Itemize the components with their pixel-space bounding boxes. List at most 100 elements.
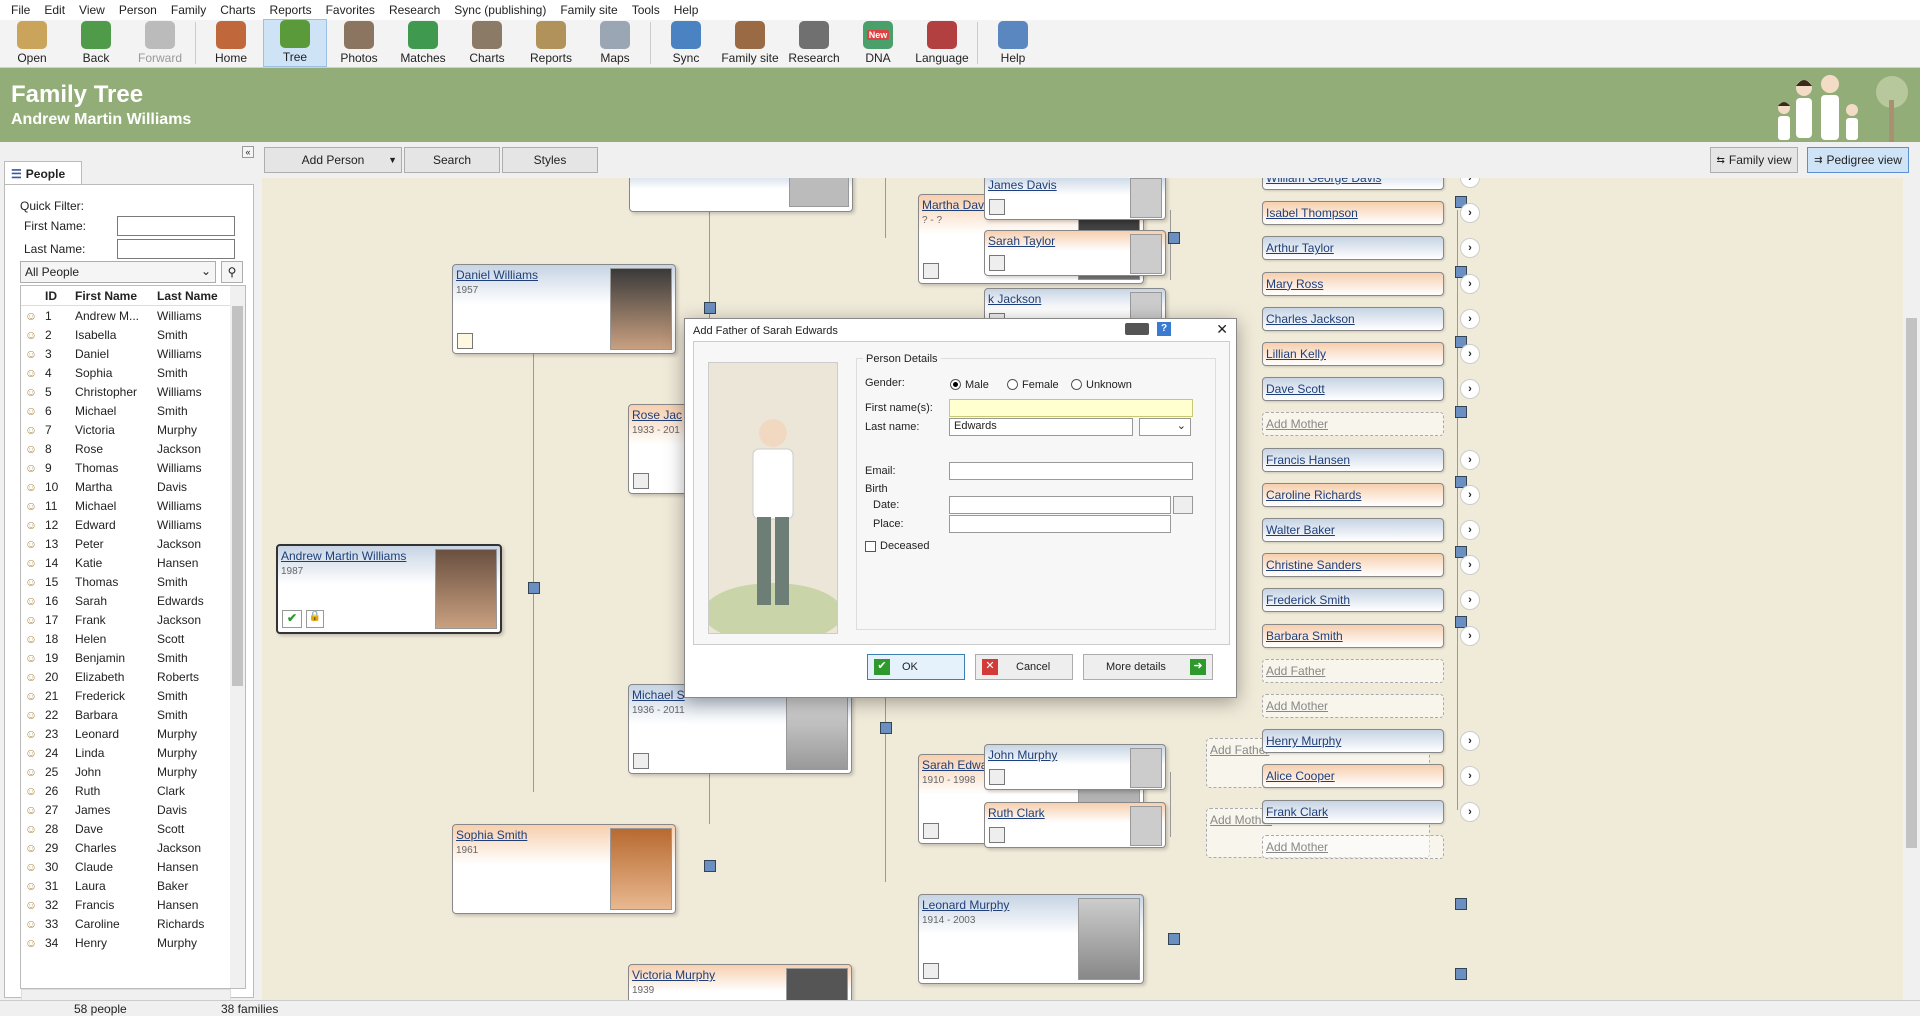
table-row[interactable]: ☺ 33 Caroline Richards (21, 914, 245, 933)
family-marker[interactable] (1455, 898, 1467, 910)
family-marker[interactable] (704, 302, 716, 314)
expand-arrow-icon[interactable]: › (1460, 731, 1480, 752)
table-row[interactable]: ☺ 6 Michael Smith (21, 401, 245, 420)
expand-arrow-icon[interactable]: › (1460, 555, 1480, 576)
table-row[interactable]: ☺ 3 Daniel Williams (21, 344, 245, 363)
family-marker[interactable] (1168, 232, 1180, 244)
toolbar-photos-button[interactable]: Photos (327, 19, 391, 67)
add-father-link[interactable]: Add Father (1210, 743, 1269, 757)
person-name[interactable]: Mary Ross (1266, 277, 1323, 291)
table-row[interactable]: ☺ 11 Michael Williams (21, 496, 245, 515)
male-radio[interactable] (950, 379, 961, 390)
calendar-icon[interactable] (1173, 496, 1193, 514)
toolbar-back-button[interactable]: Back (64, 19, 128, 67)
person-name[interactable]: Christine Sanders (1266, 558, 1361, 572)
person-card[interactable]: Charles Jackson (1262, 306, 1444, 331)
family-marker[interactable] (704, 860, 716, 872)
table-row[interactable]: ☺ 2 Isabella Smith (21, 325, 245, 344)
toolbar-dna-button[interactable]: New DNA (846, 19, 910, 67)
add-parent-slot[interactable]: Add Mother (1262, 694, 1444, 718)
table-row[interactable]: ☺ 10 Martha Davis (21, 477, 245, 496)
expand-arrow-icon[interactable]: › (1460, 449, 1480, 470)
person-name[interactable]: Andrew Martin Williams (281, 549, 406, 563)
people-scope-select[interactable]: All People ⌄ (20, 261, 216, 283)
birth-place-input[interactable] (949, 515, 1171, 533)
table-row[interactable]: ☺ 29 Charles Jackson (21, 838, 245, 857)
table-row[interactable]: ☺ 15 Thomas Smith (21, 572, 245, 591)
person-card[interactable]: Sarah Taylor (984, 230, 1166, 276)
person-name[interactable]: James Davis (988, 178, 1057, 192)
person-name[interactable]: William George Davis (1266, 178, 1381, 185)
person-card[interactable]: James Davis (984, 178, 1166, 220)
add-person-button[interactable]: Add Person ▼ (264, 147, 402, 173)
person-name[interactable]: Isabel Thompson (1266, 206, 1358, 220)
check-icon[interactable]: ✔ (282, 610, 302, 628)
tombstone-icon[interactable] (633, 753, 649, 769)
expand-arrow-icon[interactable]: › (1460, 766, 1480, 787)
table-row[interactable]: ☺ 4 Sophia Smith (21, 363, 245, 382)
menu-item[interactable]: Family site (553, 3, 624, 17)
toolbar-sync-button[interactable]: Sync (654, 19, 718, 67)
expand-arrow-icon[interactable]: › (1460, 801, 1480, 822)
close-icon[interactable]: ✕ (1216, 321, 1228, 338)
person-name[interactable]: Add Mother (1266, 840, 1328, 854)
expand-arrow-icon[interactable]: › (1460, 273, 1480, 294)
table-row[interactable]: ☺ 8 Rose Jackson (21, 439, 245, 458)
person-card[interactable]: Christine Sanders (1262, 553, 1444, 578)
table-row[interactable]: ☺ 1 Andrew M... Williams (21, 306, 245, 325)
person-card[interactable]: Frederick Smith (1262, 588, 1444, 613)
table-row[interactable]: ☺ 16 Sarah Edwards (21, 591, 245, 610)
column-id[interactable]: ID (41, 289, 71, 303)
first-name-filter-input[interactable] (117, 216, 235, 236)
person-card[interactable]: John Murphy (984, 744, 1166, 790)
person-name[interactable]: Frank Clark (1266, 805, 1328, 819)
person-card[interactable]: Alice Cooper (1262, 764, 1444, 789)
toolbar-help-button[interactable]: Help (981, 19, 1045, 67)
tab-people[interactable]: ☰ People (4, 161, 82, 185)
add-parent-slot[interactable]: Add Father (1262, 658, 1444, 683)
person-name[interactable]: Charles Jackson (1266, 312, 1355, 326)
person-name[interactable]: Dave Scott (1266, 382, 1325, 396)
table-row[interactable]: ☺ 12 Edward Williams (21, 515, 245, 534)
suffix-select[interactable]: ⌄ (1139, 418, 1191, 436)
table-row[interactable]: ☺ 24 Linda Murphy (21, 743, 245, 762)
person-card[interactable]: Arthur Taylor (1262, 236, 1444, 261)
table-row[interactable]: ☺ 31 Laura Baker (21, 876, 245, 895)
person-name[interactable]: Henry Murphy (1266, 734, 1341, 748)
ok-button[interactable]: ✔ OK (867, 654, 965, 680)
search-button[interactable]: Search (404, 147, 500, 173)
table-row[interactable]: ☺ 22 Barbara Smith (21, 705, 245, 724)
unknown-radio[interactable] (1071, 379, 1082, 390)
deceased-checkbox[interactable] (865, 541, 876, 552)
family-marker[interactable] (1455, 406, 1467, 418)
toolbar-forward-button[interactable]: Forward (128, 19, 192, 67)
menu-item[interactable]: Favorites (319, 3, 382, 17)
person-name[interactable]: Leonard Murphy (922, 898, 1009, 912)
person-card[interactable]: Barbara Smith (1262, 623, 1444, 648)
more-details-button[interactable]: More details ➜ (1083, 654, 1213, 680)
menu-item[interactable]: Charts (213, 3, 262, 17)
person-name[interactable]: Victoria Murphy (632, 968, 715, 982)
menu-item[interactable]: Sync (publishing) (447, 3, 553, 17)
person-name[interactable]: Michael S (632, 688, 685, 702)
toolbar-reports-button[interactable]: Reports (519, 19, 583, 67)
column-last-name[interactable]: Last Name (153, 289, 225, 303)
person-name[interactable]: Martha Davis (922, 198, 993, 212)
person-name[interactable]: Barbara Smith (1266, 629, 1343, 643)
person-card[interactable]: Dave Scott (1262, 377, 1444, 402)
toolbar-language-button[interactable]: Language (910, 19, 974, 67)
person-card[interactable] (629, 178, 853, 212)
person-name[interactable]: Sarah Taylor (988, 234, 1055, 248)
tombstone-icon[interactable] (923, 963, 939, 979)
birth-date-input[interactable] (949, 496, 1171, 514)
tombstone-icon[interactable] (923, 263, 939, 279)
person-name[interactable]: Add Mother (1266, 417, 1328, 431)
menu-item[interactable]: Person (112, 3, 164, 17)
person-name[interactable]: Francis Hansen (1266, 453, 1350, 467)
family-marker[interactable] (528, 582, 540, 594)
table-row[interactable]: ☺ 25 John Murphy (21, 762, 245, 781)
toolbar-research-button[interactable]: Research (782, 19, 846, 67)
table-row[interactable]: ☺ 34 Henry Murphy (21, 933, 245, 952)
menu-item[interactable]: Edit (37, 3, 72, 17)
toolbar-family-site-button[interactable]: Family site (718, 19, 782, 67)
